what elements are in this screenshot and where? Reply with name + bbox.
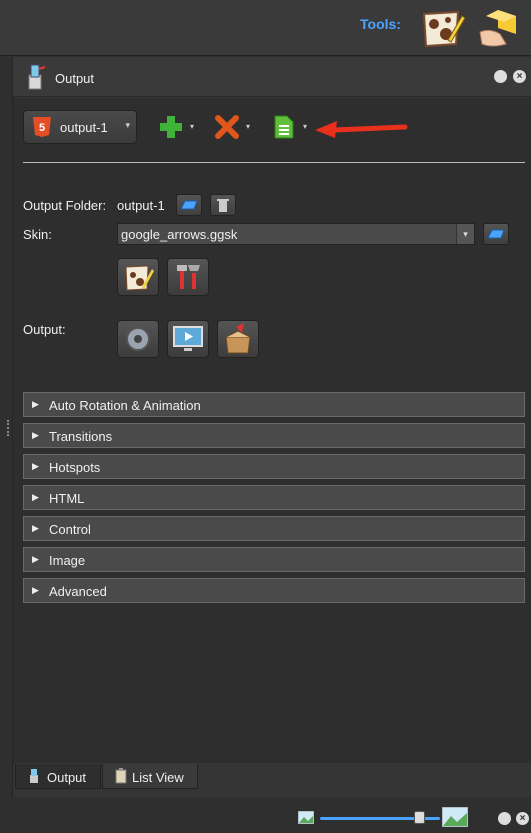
output-icon [25, 63, 47, 91]
html5-icon: 5 [31, 116, 53, 138]
section-hotspots[interactable]: ▶ Hotspots [23, 454, 525, 479]
document-icon [274, 115, 294, 139]
panorama-editor-icon[interactable] [418, 4, 466, 52]
section-transitions[interactable]: ▶ Transitions [23, 423, 525, 448]
skin-label: Skin: [23, 227, 52, 242]
zoom-slider-thumb[interactable] [414, 811, 425, 824]
tab-output[interactable]: Output [15, 764, 101, 789]
expand-arrow-icon: ▶ [32, 554, 39, 564]
tab-label: Output [47, 770, 87, 785]
undock-button[interactable] [498, 812, 511, 825]
panel-title: Output [55, 71, 95, 86]
output-panel: Output × 5 output-1 ▾ ▾ ▾ ▾ Output Folde… [12, 57, 531, 797]
tab-label: List View [132, 770, 184, 785]
plus-icon [160, 116, 182, 138]
red-arrow-annotation [313, 118, 408, 138]
folder-icon [487, 229, 505, 239]
section-control[interactable]: ▶ Control [23, 516, 525, 541]
section-title: Hotspots [49, 460, 101, 475]
output-label: Output: [23, 322, 66, 337]
expand-arrow-icon: ▶ [32, 430, 39, 440]
section-title: Advanced [49, 584, 107, 599]
chevron-down-icon: ▾ [456, 224, 474, 244]
bottom-tabs: Output List View [13, 764, 531, 797]
tools-icon [177, 265, 200, 289]
output-icon [30, 769, 38, 783]
section-title: Control [49, 522, 91, 537]
undock-button[interactable] [494, 70, 507, 83]
svg-text:5: 5 [39, 122, 45, 134]
small-image-icon[interactable] [297, 810, 315, 825]
delete-folder-button[interactable] [210, 194, 236, 216]
skin-select[interactable]: google_arrows.ggsk ▾ [117, 223, 475, 245]
expand-arrow-icon: ▶ [32, 492, 39, 502]
gear-icon [126, 327, 150, 351]
open-skin-button[interactable] [483, 223, 509, 245]
preview-button[interactable] [167, 320, 209, 358]
package-icon [225, 323, 251, 354]
separator [23, 162, 525, 163]
expand-arrow-icon: ▶ [32, 585, 39, 595]
output-folder-label: Output Folder: [23, 198, 107, 213]
output-document-button[interactable]: ▾ [271, 114, 307, 142]
section-title: Auto Rotation & Animation [49, 398, 201, 413]
trash-icon [217, 199, 229, 212]
clipboard-icon [115, 768, 127, 784]
section-html[interactable]: ▶ HTML [23, 485, 525, 510]
folder-icon [180, 200, 198, 210]
panel-header: Output × [13, 57, 531, 97]
panel-content: 5 output-1 ▾ ▾ ▾ ▾ Output Folder: output… [13, 98, 531, 763]
tab-list-view[interactable]: List View [102, 764, 198, 789]
chevron-down-icon: ▾ [125, 120, 130, 130]
splitter-handle[interactable] [7, 420, 9, 436]
monitor-icon [173, 326, 203, 351]
delete-x-icon [215, 115, 239, 139]
expand-arrow-icon: ▶ [32, 399, 39, 409]
large-image-icon[interactable] [441, 806, 469, 828]
close-button[interactable]: × [513, 70, 526, 83]
panorama-editor-icon [125, 265, 154, 291]
expand-arrow-icon: ▶ [32, 461, 39, 471]
expand-arrow-icon: ▶ [32, 523, 39, 533]
section-auto-rotation[interactable]: ▶ Auto Rotation & Animation [23, 392, 525, 417]
section-title: Image [49, 553, 86, 568]
section-title: HTML [49, 491, 85, 506]
open-folder-button[interactable] [176, 194, 202, 216]
output-settings-button[interactable] [117, 320, 159, 358]
remove-output-button[interactable]: ▾ [214, 114, 250, 142]
skin-select-value: google_arrows.ggsk [121, 227, 238, 242]
skin-tools-button[interactable] [167, 258, 209, 296]
add-output-button[interactable]: ▾ [158, 114, 194, 142]
tools-label: Tools: [360, 16, 401, 32]
output-folder-value: output-1 [117, 198, 165, 213]
status-bar: × [0, 797, 531, 833]
section-image[interactable]: ▶ Image [23, 547, 525, 572]
output-selector[interactable]: 5 output-1 ▾ [23, 110, 137, 144]
close-button[interactable]: × [516, 812, 529, 825]
skin-editor-button[interactable] [117, 258, 159, 296]
output-selector-value: output-1 [60, 120, 108, 135]
top-toolbar: Tools: [0, 0, 531, 56]
section-advanced[interactable]: ▶ Advanced [23, 578, 525, 603]
package-button[interactable] [217, 320, 259, 358]
box-package-icon[interactable] [476, 4, 524, 52]
section-title: Transitions [49, 429, 113, 444]
